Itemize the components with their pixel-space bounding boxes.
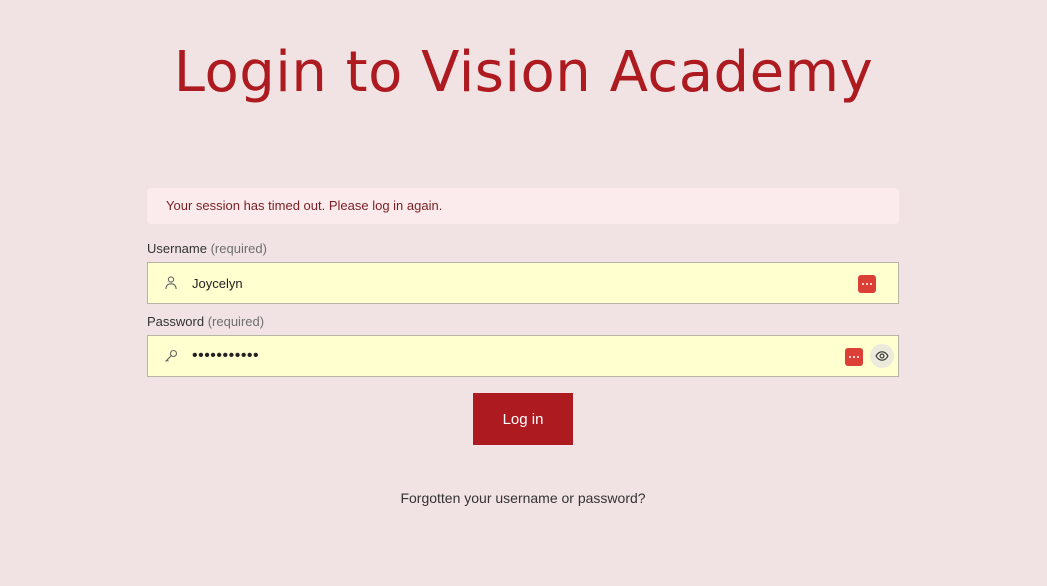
password-manager-icon[interactable] (845, 348, 863, 366)
password-manager-icon[interactable] (858, 275, 876, 293)
forgot-credentials-link[interactable]: Forgotten your username or password? (147, 490, 899, 506)
password-field[interactable] (147, 335, 899, 377)
password-required-note: (required) (207, 314, 265, 329)
username-input[interactable] (192, 271, 792, 295)
page-title: Login to Vision Academy (173, 40, 874, 105)
password-input[interactable] (192, 344, 792, 368)
session-timeout-alert: Your session has timed out. Please log i… (147, 188, 899, 224)
eye-icon (875, 351, 889, 361)
password-label: Password (required) (147, 313, 899, 331)
login-button[interactable]: Log in (473, 393, 573, 445)
login-form: Your session has timed out. Please log i… (147, 188, 899, 506)
username-required-note: (required) (210, 241, 267, 256)
show-password-toggle[interactable] (870, 344, 894, 368)
user-icon (163, 275, 179, 291)
username-field[interactable] (147, 262, 899, 304)
key-icon (163, 348, 179, 364)
username-label: Username (required) (147, 240, 899, 258)
password-label-text: Password (147, 314, 205, 329)
username-label-text: Username (147, 241, 207, 256)
